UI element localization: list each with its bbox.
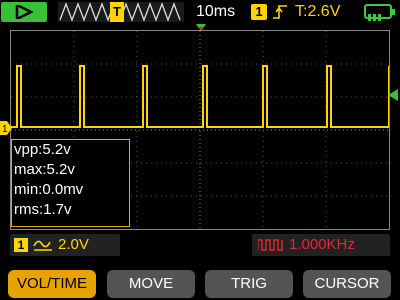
svg-text:1: 1 [2, 124, 8, 135]
frequency-status: 1.000KHz [252, 234, 390, 256]
vpp-readout: vpp:5.2v [14, 141, 71, 158]
square-wave-icon [258, 239, 283, 251]
volts-div-readout: 2.0V [58, 236, 89, 253]
max-readout: max:5.2v [14, 161, 75, 178]
rising-edge-icon [273, 5, 287, 19]
min-readout: min:0.0mv [14, 181, 84, 198]
dc-coupling-icon [33, 240, 52, 251]
volts-div-status: 1 2.0V [10, 234, 120, 256]
trig-button[interactable]: TRIG [205, 270, 293, 298]
channel-badge: 1 [251, 4, 267, 20]
vol-time-button[interactable]: VOL/TIME [8, 270, 96, 298]
run-stop-button[interactable] [1, 2, 47, 22]
channel-offset-marker[interactable]: 1 [0, 121, 12, 135]
battery-icon [364, 4, 395, 21]
trigger-level-readout: T:2.6V [295, 3, 341, 20]
trigger-position-marker[interactable]: T [110, 2, 124, 22]
trigger-level-arrow-icon[interactable] [388, 89, 398, 101]
frequency-readout: 1.000KHz [289, 236, 355, 253]
timebase-readout: 10ms [196, 3, 236, 20]
move-button[interactable]: MOVE [107, 270, 195, 298]
channel-badge: 1 [14, 238, 28, 252]
measurement-panel: vpp:5.2v max:5.2v min:0.0mv rms:1.7v [11, 139, 130, 227]
rms-readout: rms:1.7v [14, 201, 72, 218]
top-status-bar: T 10ms 1 T:2.6V [0, 0, 400, 24]
play-icon [15, 5, 33, 19]
cursor-button[interactable]: CURSOR [303, 270, 391, 298]
